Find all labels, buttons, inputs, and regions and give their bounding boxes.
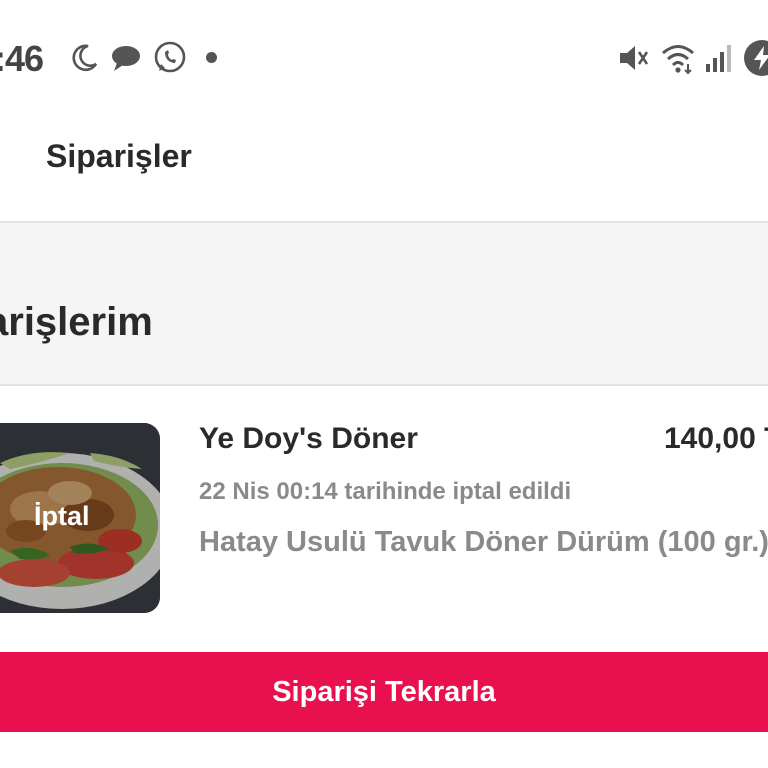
moon-icon [72,44,98,72]
notification-dot [206,52,217,63]
signal-icon [706,45,731,72]
restaurant-name[interactable]: Ye Doy's Döner [199,422,418,456]
order-item: Hatay Usulü Tavuk Döner Dürüm (100 gr.) [199,526,768,558]
order-price: 140,00 T [664,422,768,455]
cancelled-overlay-label: İptal [34,501,90,531]
mute-icon [620,46,649,70]
bottom-area [0,732,768,768]
order-status-text: 22 Nis 00:14 tarihinde iptal edildi [199,478,572,505]
chat-icon [112,46,140,71]
reorder-button-label: Siparişi Tekrarla [272,676,496,708]
section-title: arişlerim [0,300,153,344]
battery-icon [744,40,768,76]
divider [0,384,768,386]
whatsapp-icon [154,41,186,73]
reorder-button[interactable]: Siparişi Tekrarla [0,652,768,732]
status-time: :46 [0,38,44,79]
wifi-icon [662,45,694,75]
status-bar: :46 [0,0,768,115]
order-food-image[interactable]: İptal [0,423,160,613]
page-title: Siparişler [46,138,192,174]
